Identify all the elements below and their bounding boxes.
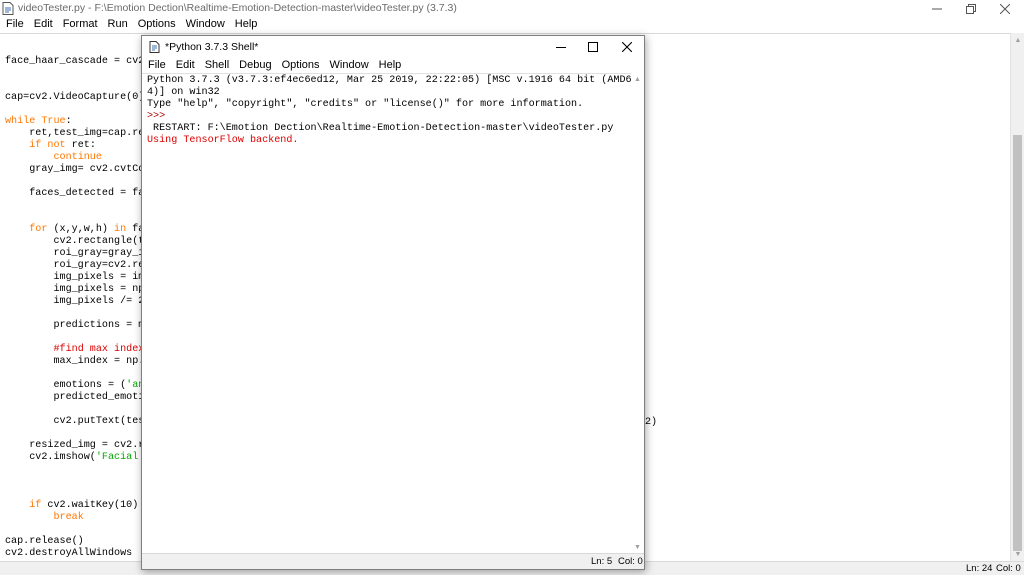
python-file-icon [2, 2, 14, 15]
shell-scroll-up-arrow-icon[interactable]: ▲ [631, 73, 644, 85]
shell-vertical-scrollbar[interactable]: ▲ ▼ [631, 73, 644, 553]
python-banner-line-3: Type "help", "copyright", "credits" or "… [147, 99, 584, 110]
code-line: predictions = m [5, 320, 145, 331]
shell-prompt: >>> [147, 111, 172, 122]
shell-menu-options[interactable]: Options [277, 58, 325, 73]
shell-menu-file[interactable]: File [142, 58, 171, 73]
editor-vertical-scrollbar[interactable]: ▲ ▼ [1010, 33, 1024, 561]
code-line: cap=cv2.VideoCapture(0) [5, 92, 145, 103]
menu-help[interactable]: Help [230, 17, 263, 32]
code-line: face_haar_cascade = cv2 [5, 56, 145, 67]
code-line: ​ [5, 476, 144, 488]
code-line: roi_gray=cv2.re [5, 260, 145, 271]
code-line: ​ [5, 524, 144, 536]
shell-menu-shell[interactable]: Shell [200, 58, 234, 73]
code-line: img_pixels = np [5, 284, 145, 295]
code-line: resized_img = cv2.r [5, 440, 145, 451]
minimize-button[interactable] [920, 0, 954, 17]
minimize-icon [932, 8, 942, 9]
code-line: ​ [5, 200, 144, 212]
close-icon [1000, 3, 1010, 14]
code-line: while True: [5, 116, 72, 127]
python-banner-line-1: Python 3.7.3 (v3.7.3:ef4ec6ed12, Mar 25 … [147, 75, 631, 86]
shell-menu-bar: File Edit Shell Debug Options Window Hel… [142, 58, 644, 73]
minimize-icon [556, 47, 566, 48]
code-line: cv2.rectangle(t [5, 236, 145, 247]
shell-maximize-button[interactable] [576, 36, 610, 58]
close-icon [622, 42, 632, 52]
code-line: ​ [5, 464, 144, 476]
shell-close-button[interactable] [610, 36, 644, 58]
code-line: cv2.destroyAllWindows [5, 548, 133, 559]
code-line: ​ [5, 368, 144, 380]
editor-window-title: videoTester.py - F:\Emotion Dection\Real… [18, 2, 457, 14]
python-shell-icon [149, 41, 160, 53]
code-line: #find max index [53, 344, 145, 355]
code-line: if cv2.waitKey(10) [29, 500, 139, 511]
code-line: for (x,y,w,h) in fa [29, 224, 145, 235]
code-line: ​ [5, 176, 144, 188]
shell-menu-window[interactable]: Window [325, 58, 374, 73]
code-line: ​ [5, 104, 144, 116]
menu-format[interactable]: Format [58, 17, 103, 32]
shell-output-text[interactable]: Python 3.7.3 (v3.7.3:ef4ec6ed12, Mar 25 … [147, 75, 631, 147]
shell-menu-debug[interactable]: Debug [234, 58, 276, 73]
close-button[interactable] [988, 0, 1022, 17]
code-line: gray_img= cv2.cvtCo [5, 164, 145, 175]
code-line: ​ [5, 308, 144, 320]
code-line: predicted_emoti [5, 392, 145, 403]
shell-menu-edit[interactable]: Edit [171, 58, 200, 73]
code-line: break [53, 512, 84, 523]
code-line: ​ [5, 332, 144, 344]
shell-status-line: Ln: 5 [591, 556, 613, 567]
code-line: cv2.putText(tes [5, 416, 145, 427]
code-line: emotions = ('an [5, 380, 145, 391]
restart-line: RESTART: F:\Emotion Dection\Realtime-Emo… [147, 123, 614, 134]
shell-status-bar: Ln: 5 Col: 0 [142, 553, 644, 569]
editor-status-col: Col: 0 [996, 563, 1021, 574]
code-line: max_index = np. [5, 356, 145, 367]
shell-output-area[interactable]: Python 3.7.3 (v3.7.3:ef4ec6ed12, Mar 25 … [142, 73, 631, 553]
code-line: ​ [5, 68, 144, 80]
code-line: ​ [5, 488, 144, 500]
editor-menu-bar: File Edit Format Run Options Window Help [0, 17, 1024, 32]
shell-title-bar: *Python 3.7.3 Shell* [142, 36, 644, 58]
menu-edit[interactable]: Edit [29, 17, 58, 32]
code-line: ​ [5, 404, 144, 416]
shell-minimize-button[interactable] [544, 36, 578, 58]
code-line: roi_gray=gray_i [5, 248, 145, 259]
editor-title-bar: videoTester.py - F:\Emotion Dection\Real… [0, 0, 1024, 17]
code-overflow-text: 2) [645, 417, 658, 428]
code-line: cap.release() [5, 536, 84, 547]
shell-menu-help[interactable]: Help [374, 58, 407, 73]
code-line: img_pixels /= 2 [5, 296, 145, 307]
code-line: img_pixels = im [5, 272, 145, 283]
python-shell-window: *Python 3.7.3 Shell* File Edit Shell Deb… [141, 35, 645, 570]
shell-scroll-down-arrow-icon[interactable]: ▼ [631, 541, 644, 553]
restore-button[interactable] [954, 0, 988, 17]
code-line: ret,test_img=cap.re [5, 128, 145, 139]
menu-options[interactable]: Options [133, 17, 181, 32]
scroll-down-arrow-icon[interactable]: ▼ [1011, 547, 1024, 561]
editor-status-line: Ln: 24 [966, 563, 993, 574]
code-line: cv2.imshow('Facial [5, 452, 139, 463]
code-line: ​ [5, 428, 144, 440]
maximize-icon [588, 42, 598, 52]
tensorflow-backend-line: Using TensorFlow backend. [147, 135, 299, 146]
shell-status-col: Col: 0 [618, 556, 643, 567]
restore-icon [966, 3, 976, 14]
menu-file[interactable]: File [0, 17, 29, 32]
shell-window-title: *Python 3.7.3 Shell* [165, 41, 259, 53]
code-line: faces_detected = fa [5, 188, 145, 199]
menu-window[interactable]: Window [181, 17, 230, 32]
code-line: if not ret: [29, 140, 96, 151]
code-line: ​ [5, 212, 144, 224]
python-banner-line-2: 4)] on win32 [147, 87, 220, 98]
code-line: continue [53, 152, 102, 163]
menu-run[interactable]: Run [103, 17, 133, 32]
scroll-up-arrow-icon[interactable]: ▲ [1011, 33, 1024, 47]
code-text[interactable]: face_haar_cascade = cv2​​cap=cv2.VideoCa… [5, 56, 144, 560]
scroll-thumb[interactable] [1013, 135, 1022, 551]
code-line: ​ [5, 80, 144, 92]
